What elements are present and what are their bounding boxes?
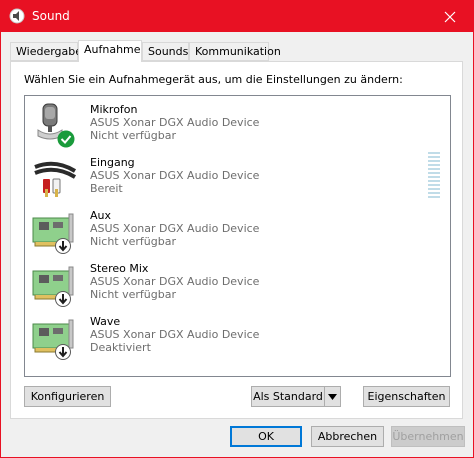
device-state: Bereit bbox=[90, 182, 123, 195]
device-description: ASUS Xonar DGX Audio Device bbox=[90, 169, 260, 182]
dropdown-arrow-icon bbox=[328, 393, 337, 400]
configure-button[interactable]: Konfigurieren bbox=[24, 386, 111, 407]
device-item-mikrofon[interactable]: Mikrofon ASUS Xonar DGX Audio Device Nic… bbox=[25, 96, 425, 149]
device-item-aux[interactable]: Aux ASUS Xonar DGX Audio Device Nicht ve… bbox=[25, 202, 425, 255]
level-meter bbox=[428, 152, 440, 198]
close-icon bbox=[444, 11, 456, 22]
device-item-stereo-mix[interactable]: Stereo Mix ASUS Xonar DGX Audio Device N… bbox=[25, 255, 425, 308]
recording-panel: Wählen Sie ein Aufnahmegerät aus, um die… bbox=[10, 61, 463, 419]
device-name: Aux bbox=[90, 209, 112, 222]
window-title: Sound bbox=[32, 9, 70, 23]
device-name: Eingang bbox=[90, 156, 135, 169]
device-state: Nicht verfügbar bbox=[90, 235, 176, 248]
tab-sounds[interactable]: Sounds bbox=[142, 42, 189, 61]
down-arrow-badge-icon bbox=[55, 344, 71, 363]
ok-button[interactable]: OK bbox=[230, 426, 302, 447]
device-name: Stereo Mix bbox=[90, 262, 149, 275]
check-badge-icon bbox=[57, 130, 75, 151]
speaker-app-icon bbox=[9, 8, 25, 24]
title-bar[interactable]: Sound bbox=[1, 1, 473, 32]
set-default-button[interactable]: Als Standard bbox=[252, 387, 324, 406]
set-default-dropdown[interactable] bbox=[325, 387, 340, 406]
device-item-eingang[interactable]: Eingang ASUS Xonar DGX Audio Device Bere… bbox=[25, 149, 425, 202]
tab-wiedergabe[interactable]: Wiedergabe bbox=[10, 42, 82, 61]
device-description: ASUS Xonar DGX Audio Device bbox=[90, 116, 260, 129]
device-state: Deaktiviert bbox=[90, 341, 151, 354]
close-button[interactable] bbox=[427, 1, 473, 32]
device-description: ASUS Xonar DGX Audio Device bbox=[90, 222, 260, 235]
device-description: ASUS Xonar DGX Audio Device bbox=[90, 328, 260, 341]
tab-kommunikation[interactable]: Kommunikation bbox=[189, 42, 281, 61]
tab-aufnahme[interactable]: Aufnahme bbox=[78, 40, 142, 62]
device-description: ASUS Xonar DGX Audio Device bbox=[90, 275, 260, 288]
sound-dialog: Sound Wiedergabe Aufnahme Sounds Kommuni… bbox=[0, 0, 474, 458]
rca-cable-icon bbox=[31, 155, 79, 203]
device-name: Mikrofon bbox=[90, 103, 138, 116]
device-item-wave[interactable]: Wave ASUS Xonar DGX Audio Device Deaktiv… bbox=[25, 308, 425, 361]
instruction-text: Wählen Sie ein Aufnahmegerät aus, um die… bbox=[24, 73, 403, 86]
properties-button[interactable]: Eigenschaften bbox=[363, 386, 450, 407]
device-list[interactable]: Mikrofon ASUS Xonar DGX Audio Device Nic… bbox=[24, 95, 451, 377]
device-name: Wave bbox=[90, 315, 121, 328]
device-state: Nicht verfügbar bbox=[90, 288, 176, 301]
set-default-split-button[interactable]: Als Standard bbox=[251, 386, 341, 407]
apply-button[interactable]: Übernehmen bbox=[391, 426, 465, 447]
device-state: Nicht verfügbar bbox=[90, 129, 176, 142]
cancel-button[interactable]: Abbrechen bbox=[311, 426, 384, 447]
